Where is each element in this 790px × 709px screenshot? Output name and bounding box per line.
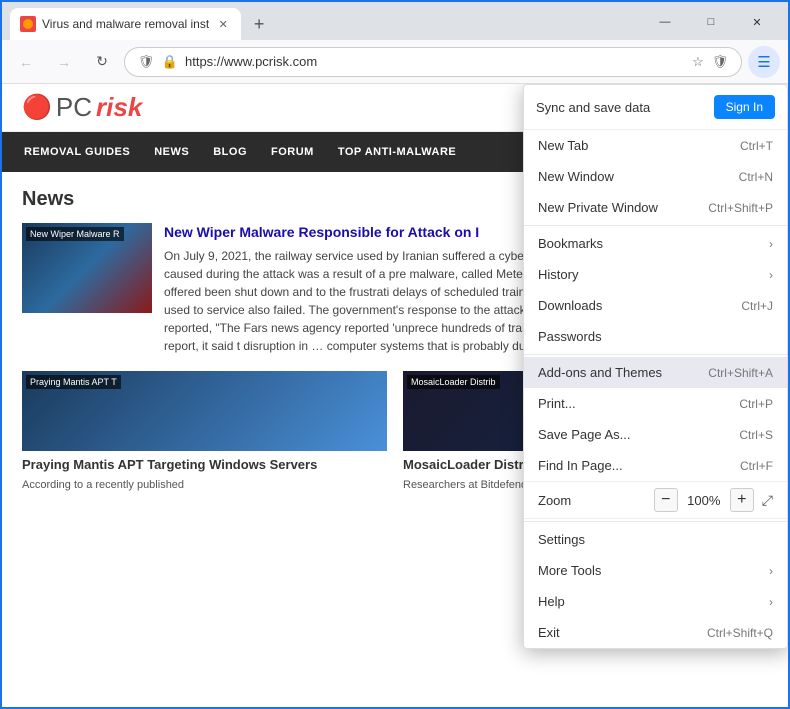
- menu-item-find-in-page[interactable]: Find In Page... Ctrl+F: [524, 450, 787, 481]
- tab-bar: Virus and malware removal inst ✕ + — □ ✕: [2, 2, 788, 40]
- main-article-image: New Wiper Malware R: [22, 223, 152, 313]
- menu-item-arrow-icon: ›: [769, 595, 773, 609]
- menu-sync-section: Sync and save data Sign In: [524, 85, 787, 130]
- menu-item-label: Help: [538, 594, 769, 609]
- menu-item-label: Find In Page...: [538, 458, 732, 473]
- window-controls: — □ ✕: [642, 8, 780, 36]
- menu-bottom-item-more-tools[interactable]: More Tools›: [524, 555, 787, 586]
- menu-item-save-page-as[interactable]: Save Page As... Ctrl+S: [524, 419, 787, 450]
- bookmark-icon[interactable]: ☆: [689, 53, 707, 71]
- menu-item-label: New Tab: [538, 138, 732, 153]
- tab-title: Virus and malware removal inst: [42, 17, 209, 31]
- menu-item-new-private-window[interactable]: New Private Window Ctrl+Shift+P: [524, 192, 787, 223]
- url-text: https://www.pcrisk.com: [185, 54, 683, 69]
- tab-close-button[interactable]: ✕: [215, 16, 231, 32]
- menu-divider: [524, 521, 787, 522]
- nav-blog[interactable]: BLOG: [201, 132, 259, 172]
- menu-item-label: Downloads: [538, 298, 733, 313]
- main-article-image-label: New Wiper Malware R: [26, 227, 124, 241]
- card2-image-label: MosaicLoader Distrib: [407, 375, 500, 389]
- menu-button[interactable]: ☰: [748, 46, 780, 78]
- forward-button[interactable]: →: [48, 46, 80, 78]
- menu-item-label: Bookmarks: [538, 236, 769, 251]
- menu-item-label: Settings: [538, 532, 773, 547]
- menu-item-label: Add-ons and Themes: [538, 365, 700, 380]
- menu-item-new-window[interactable]: New Window Ctrl+N: [524, 161, 787, 192]
- menu-item-label: Passwords: [538, 329, 773, 344]
- article-card-1: Praying Mantis APT T Praying Mantis APT …: [22, 371, 387, 493]
- address-icons: ☆ 🛡: [689, 53, 729, 71]
- menu-divider: [524, 225, 787, 226]
- browser-frame: Virus and malware removal inst ✕ + — □ ✕…: [0, 0, 790, 709]
- card1-title[interactable]: Praying Mantis APT Targeting Windows Ser…: [22, 457, 387, 474]
- menu-item-shortcut: Ctrl+F: [740, 459, 773, 473]
- minimize-button[interactable]: —: [642, 8, 688, 36]
- nav-top-antimalware[interactable]: TOP ANTI-MALWARE: [326, 132, 468, 172]
- nav-forum[interactable]: FORUM: [259, 132, 326, 172]
- card1-image: Praying Mantis APT T: [22, 371, 387, 451]
- toolbar-right: ☰: [748, 46, 780, 78]
- active-tab[interactable]: Virus and malware removal inst ✕: [10, 8, 241, 40]
- menu-item-shortcut: Ctrl+J: [741, 299, 773, 313]
- menu-item-arrow-icon: ›: [769, 564, 773, 578]
- zoom-value: 100%: [686, 493, 722, 508]
- zoom-expand-icon[interactable]: ⤢: [762, 492, 773, 509]
- zoom-control: Zoom − 100% + ⤢: [524, 481, 787, 519]
- tab-favicon: [20, 16, 36, 32]
- zoom-increase-button[interactable]: +: [730, 488, 754, 512]
- wallet-icon[interactable]: 🛡: [711, 53, 729, 71]
- address-bar: ← → ↻ 🛡 🔒 https://www.pcrisk.com ☆ 🛡 ☰: [2, 40, 788, 84]
- menu-item-label: Print...: [538, 396, 731, 411]
- back-button[interactable]: ←: [10, 46, 42, 78]
- menu-item-shortcut: Ctrl+P: [739, 397, 773, 411]
- menu-item-label: Exit: [538, 625, 699, 640]
- card1-image-label: Praying Mantis APT T: [26, 375, 121, 389]
- menu-item-arrow-icon: ›: [769, 237, 773, 251]
- menu-item-bookmarks[interactable]: Bookmarks›: [524, 228, 787, 259]
- menu-item-downloads[interactable]: Downloads Ctrl+J: [524, 290, 787, 321]
- menu-item-new-tab[interactable]: New Tab Ctrl+T: [524, 130, 787, 161]
- page-area: 🔴 PCrisk REMOVAL GUIDES NEWS BLOG FORUM …: [2, 84, 788, 707]
- menu-item-label: Save Page As...: [538, 427, 731, 442]
- zoom-decrease-button[interactable]: −: [654, 488, 678, 512]
- menu-item-passwords[interactable]: Passwords: [524, 321, 787, 352]
- new-tab-button[interactable]: +: [245, 10, 273, 38]
- menu-bottom-item-settings[interactable]: Settings: [524, 524, 787, 555]
- menu-bottom-items: SettingsMore Tools›Help›ExitCtrl+Shift+Q: [524, 521, 787, 648]
- firefox-menu: Sync and save data Sign In New Tab Ctrl+T…: [523, 84, 788, 649]
- nav-news[interactable]: NEWS: [142, 132, 201, 172]
- menu-item-shortcut: Ctrl+T: [740, 139, 773, 153]
- lock-icon: 🔒: [161, 53, 179, 71]
- menu-item-add-ons-and-themes[interactable]: Add-ons and Themes Ctrl+Shift+A: [524, 357, 787, 388]
- menu-item-shortcut: Ctrl+S: [739, 428, 773, 442]
- menu-item-label: New Window: [538, 169, 731, 184]
- menu-item-label: New Private Window: [538, 200, 700, 215]
- zoom-label: Zoom: [538, 493, 654, 508]
- menu-item-history[interactable]: History›: [524, 259, 787, 290]
- card1-desc: According to a recently published: [22, 478, 387, 493]
- reload-button[interactable]: ↻: [86, 46, 118, 78]
- sync-label: Sync and save data: [536, 100, 650, 115]
- address-input[interactable]: 🛡 🔒 https://www.pcrisk.com ☆ 🛡: [124, 47, 742, 77]
- nav-removal-guides[interactable]: REMOVAL GUIDES: [12, 132, 142, 172]
- menu-bottom-item-exit[interactable]: Exit Ctrl+Shift+Q: [524, 617, 787, 648]
- zoom-controls: − 100% + ⤢: [654, 488, 773, 512]
- menu-item-shortcut: Ctrl+N: [739, 170, 773, 184]
- menu-item-arrow-icon: ›: [769, 268, 773, 282]
- menu-item-label: More Tools: [538, 563, 769, 578]
- menu-item-label: History: [538, 267, 769, 282]
- menu-item-shortcut: Ctrl+Shift+A: [708, 366, 773, 380]
- sign-in-button[interactable]: Sign In: [714, 95, 775, 119]
- menu-items: New Tab Ctrl+T New Window Ctrl+N New Private…: [524, 130, 787, 481]
- menu-item-print[interactable]: Print... Ctrl+P: [524, 388, 787, 419]
- close-button[interactable]: ✕: [734, 8, 780, 36]
- maximize-button[interactable]: □: [688, 8, 734, 36]
- menu-item-shortcut: Ctrl+Shift+P: [708, 201, 773, 215]
- menu-bottom-item-help[interactable]: Help›: [524, 586, 787, 617]
- shield-icon: 🛡: [137, 53, 155, 71]
- menu-item-shortcut: Ctrl+Shift+Q: [707, 626, 773, 640]
- menu-divider: [524, 354, 787, 355]
